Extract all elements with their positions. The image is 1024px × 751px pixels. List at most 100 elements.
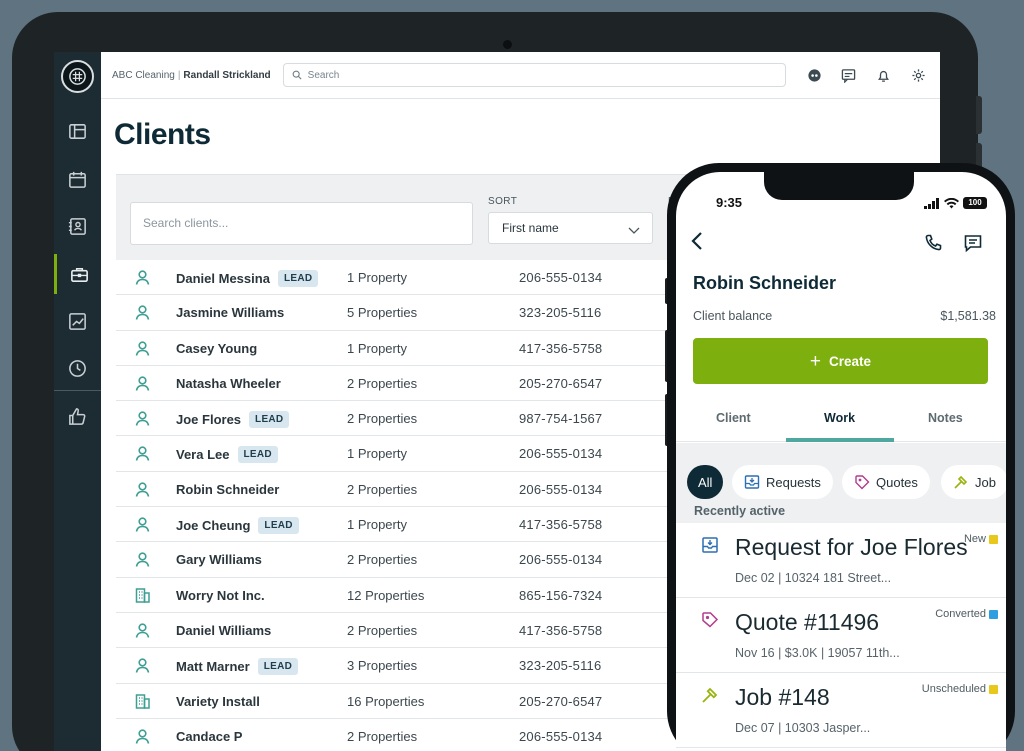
quote-icon: [702, 612, 719, 628]
contacts-book-icon: [68, 217, 86, 235]
property-count: 12 Properties: [347, 587, 425, 603]
layout-icon: [69, 123, 86, 139]
work-item-subtitle: Dec 02 | 10324 181 Street...: [735, 571, 892, 585]
table-row[interactable]: Casey Young 1 Property 417-356-5758: [116, 330, 736, 366]
property-count: 16 Properties: [347, 693, 425, 709]
sidebar-item-reports[interactable]: [54, 301, 101, 341]
user-name: Randall Strickland: [183, 69, 271, 81]
lead-badge: LEAD: [258, 517, 299, 535]
status-dot: [989, 610, 998, 619]
filter-chip-quotes[interactable]: Quotes: [842, 465, 930, 499]
message-icon[interactable]: [963, 233, 983, 253]
table-row[interactable]: Robin Schneider 2 Properties 206-555-0134: [116, 471, 736, 508]
work-item-status: Unscheduled: [921, 683, 986, 695]
client-name-text: Worry Not Inc.: [176, 587, 265, 603]
sidebar-item-marketing[interactable]: [54, 396, 101, 436]
client-name: Worry Not Inc.: [176, 588, 265, 603]
client-name: Joe Flores LEAD: [176, 411, 290, 429]
lead-badge: LEAD: [237, 446, 278, 464]
client-phone: 205-270-6547: [519, 375, 603, 391]
table-row[interactable]: Daniel Williams 2 Properties 417-356-5758: [116, 612, 736, 649]
messages-icon[interactable]: [839, 66, 857, 84]
person-icon: [134, 516, 151, 533]
client-name: Robin Schneider: [176, 482, 279, 497]
filter-chip-requests[interactable]: Requests: [732, 465, 833, 499]
client-name: Robin Schneider: [693, 273, 837, 293]
account-switcher[interactable]: ABC Cleaning | Randall Strickland: [101, 70, 271, 81]
global-search-input[interactable]: Search: [282, 63, 786, 87]
table-row[interactable]: Daniel Messina LEAD 1 Property 206-555-0134: [116, 260, 736, 296]
sidebar-item-timesheets[interactable]: [54, 348, 101, 388]
status-indicators: 100: [924, 197, 987, 209]
table-row[interactable]: Joe Cheung LEAD 1 Property 417-356-5758: [116, 507, 736, 543]
table-row[interactable]: Joe Flores LEAD 2 Properties 987-754-1567: [116, 401, 736, 437]
client-tabs: Client Work Notes: [676, 400, 1006, 442]
table-row[interactable]: Jasmine Williams 5 Properties 323-205-5116: [116, 295, 736, 331]
client-name: Candace P: [176, 729, 242, 744]
person-icon: [134, 410, 151, 427]
lead-badge: LEAD: [277, 270, 319, 287]
client-phone: 206-555-0134: [519, 552, 603, 568]
table-row[interactable]: Vera Lee LEAD 1 Property 206-555-0134: [116, 436, 736, 472]
notifications-bell-icon[interactable]: [874, 66, 892, 84]
sort-value: First name: [502, 221, 559, 235]
briefcase-icon: [70, 267, 88, 282]
tablet-side-button: [976, 96, 982, 134]
client-name-text: Daniel Messina: [176, 271, 270, 286]
client-name: Gary Williams: [176, 552, 262, 567]
create-button[interactable]: + Create: [693, 338, 988, 384]
filter-label: Job: [975, 474, 996, 490]
property-count: 1 Property: [347, 340, 407, 356]
table-row[interactable]: Gary Williams 2 Properties 206-555-0134: [116, 542, 736, 578]
table-row[interactable]: Matt Marner LEAD 3 Properties 323-205-5116: [116, 648, 736, 684]
work-item-card[interactable]: Job #148 Dec 07 | 10303 Jasper... Unsche…: [676, 674, 1006, 748]
person-icon: [134, 728, 151, 745]
client-name-text: Gary Williams: [176, 552, 262, 568]
property-count: 2 Properties: [347, 375, 418, 391]
client-name-text: Candace P: [176, 728, 243, 744]
sidebar-item-schedule[interactable]: [54, 159, 101, 199]
tab-notes[interactable]: Notes: [928, 411, 963, 425]
table-row[interactable]: Worry Not Inc. 12 Properties 865-156-7324: [116, 577, 736, 613]
chart-trend-icon: [69, 312, 86, 330]
work-item-status: New: [963, 533, 986, 545]
signal-icon: [924, 197, 939, 209]
tab-work[interactable]: Work: [824, 411, 855, 425]
balance-label: Client balance: [693, 309, 773, 323]
work-item-subtitle: Nov 16 | $3.0K | 19057 11th...: [735, 646, 900, 660]
phone-call-icon[interactable]: [923, 233, 943, 253]
support-chat-icon[interactable]: [805, 66, 823, 84]
sidebar-item-work[interactable]: [54, 254, 101, 294]
work-item-card[interactable]: Quote #11496 Nov 16 | $3.0K | 19057 11th…: [676, 599, 1006, 673]
calendar-icon: [69, 171, 86, 188]
back-arrow-icon[interactable]: [689, 230, 707, 252]
sidebar-item-clients[interactable]: [54, 206, 101, 246]
settings-gear-icon[interactable]: [909, 66, 927, 84]
table-row[interactable]: Natasha Wheeler 2 Properties 205-270-6547: [116, 365, 736, 402]
building-icon: [134, 587, 151, 604]
sort-dropdown[interactable]: First name: [488, 212, 653, 244]
sidebar-item-home[interactable]: [54, 111, 101, 151]
filter-chip-all[interactable]: All: [687, 465, 724, 499]
filter-chip-jobs[interactable]: Job: [941, 465, 1006, 499]
jobber-logo-icon[interactable]: [61, 60, 94, 93]
client-search-input[interactable]: Search clients...: [130, 202, 473, 245]
client-name: Jasmine Williams: [176, 305, 284, 320]
client-name: Natasha Wheeler: [176, 376, 281, 391]
client-name-text: Variety Install: [176, 693, 260, 709]
work-item-card[interactable]: Request for Joe Flores Dec 02 | 10324 18…: [676, 524, 1006, 598]
client-phone: 417-356-5758: [519, 622, 603, 638]
work-item-title: Request for Joe Flores: [735, 534, 968, 560]
table-row[interactable]: Candace P 2 Properties 206-555-0134: [116, 718, 736, 751]
property-count: 2 Properties: [347, 728, 418, 744]
client-name-text: Robin Schneider: [176, 481, 280, 497]
client-name: Daniel Messina LEAD: [176, 270, 319, 287]
tab-client[interactable]: Client: [716, 411, 751, 425]
client-phone: 323-205-5116: [519, 305, 602, 321]
client-phone: 987-754-1567: [519, 411, 603, 427]
page-title: Clients: [114, 118, 211, 151]
work-filter-bar: All Requests Quotes Job Recently active: [676, 443, 1006, 523]
recently-active-heading: Recently active: [694, 504, 786, 518]
table-row[interactable]: Variety Install 16 Properties 205-270-6547: [116, 683, 736, 719]
filter-label: Requests: [766, 474, 821, 490]
